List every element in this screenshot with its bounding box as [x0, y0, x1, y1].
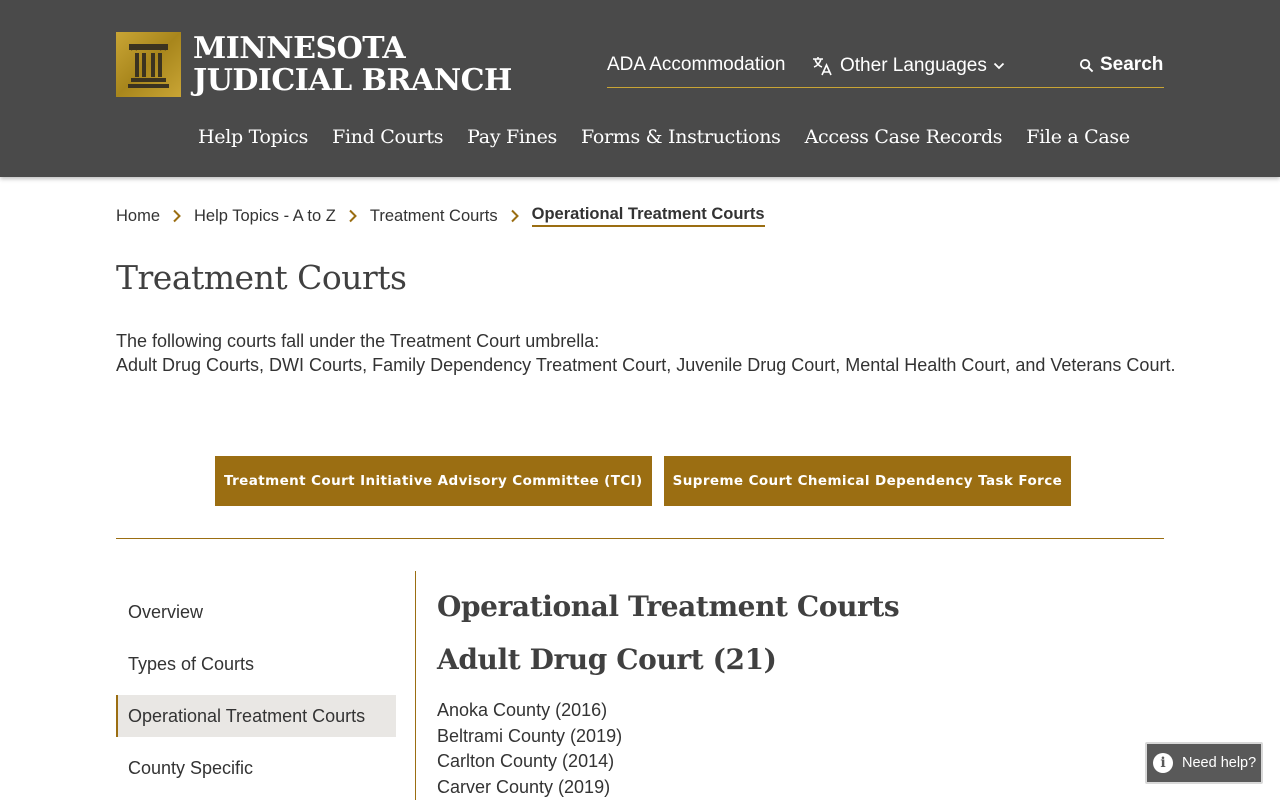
sidebar-item-overview[interactable]: Overview: [116, 591, 396, 633]
breadcrumb: Home Help Topics - A to Z Treatment Cour…: [116, 205, 765, 227]
logo-line-2: JUDICIAL BRANCH: [193, 62, 512, 98]
search-label: Search: [1100, 54, 1164, 75]
main-content: Operational Treatment Courts Adult Drug …: [437, 590, 900, 800]
need-help-button[interactable]: i Need help?: [1145, 742, 1263, 784]
nav-file-a-case[interactable]: File a Case: [1026, 126, 1130, 148]
chevron-right-icon: [349, 209, 357, 223]
button-row: Treatment Court Initiative Advisory Comm…: [215, 456, 1083, 506]
info-icon: i: [1153, 753, 1173, 773]
sidebar-nav: Overview Types of Courts Operational Tre…: [116, 591, 396, 799]
sidebar-item-operational-treatment-courts[interactable]: Operational Treatment Courts: [116, 695, 396, 737]
sidebar-item-types-of-courts[interactable]: Types of Courts: [116, 643, 396, 685]
breadcrumb-help-topics[interactable]: Help Topics - A to Z: [194, 207, 336, 226]
tci-committee-button[interactable]: Treatment Court Initiative Advisory Comm…: [215, 456, 652, 506]
chevron-right-icon: [173, 209, 181, 223]
nav-pay-fines[interactable]: Pay Fines: [467, 126, 557, 148]
nav-find-courts[interactable]: Find Courts: [332, 126, 443, 148]
other-languages-label: Other Languages: [840, 55, 987, 76]
nav-forms-instructions[interactable]: Forms & Instructions: [581, 126, 781, 148]
intro-text: The following courts fall under the Trea…: [116, 329, 1176, 377]
main-nav: Help Topics Find Courts Pay Fines Forms …: [198, 126, 1154, 148]
page-title: Treatment Courts: [116, 258, 407, 297]
sidebar-item-county-specific[interactable]: County Specific: [116, 747, 396, 789]
site-header: MINNESOTA JUDICIAL BRANCH ADA Accommodat…: [0, 0, 1280, 177]
list-item: Anoka County (2016): [437, 700, 608, 720]
breadcrumb-treatment-courts[interactable]: Treatment Courts: [370, 207, 498, 226]
chevron-down-icon: [993, 62, 1004, 70]
list-item: Beltrami County (2019): [437, 725, 623, 746]
search-button[interactable]: Search: [1079, 54, 1163, 76]
county-list: Anoka County (2016) Beltrami County (201…: [437, 698, 899, 800]
breadcrumb-home[interactable]: Home: [116, 207, 160, 226]
utility-nav: ADA Accommodation Other Languages Search: [607, 50, 1164, 88]
logo-line-1: MINNESOTA: [193, 30, 406, 66]
logo-wordmark: MINNESOTA JUDICIAL BRANCH: [193, 30, 512, 98]
intro-line-2: Adult Drug Courts, DWI Courts, Family De…: [116, 355, 1176, 375]
chemical-dependency-task-force-button[interactable]: Supreme Court Chemical Dependency Task F…: [663, 456, 1072, 506]
content-subheading: Adult Drug Court (21): [437, 643, 777, 676]
search-icon: [1079, 58, 1094, 72]
section-divider: [116, 538, 1164, 539]
nav-help-topics[interactable]: Help Topics: [198, 126, 308, 148]
need-help-label: Need help?: [1182, 755, 1257, 771]
sidebar-divider: [415, 571, 416, 800]
breadcrumb-current: Operational Treatment Courts: [531, 205, 765, 227]
courthouse-column-icon: [116, 32, 181, 97]
chevron-right-icon: [510, 209, 519, 223]
site-logo[interactable]: MINNESOTA JUDICIAL BRANCH: [116, 32, 512, 97]
content-heading: Operational Treatment Courts: [437, 590, 900, 623]
list-item: Carver County (2019): [437, 776, 611, 797]
other-languages-dropdown[interactable]: Other Languages: [810, 54, 1005, 78]
ada-accommodation-link[interactable]: ADA Accommodation: [607, 54, 785, 76]
list-item: Carlton County (2014): [437, 751, 615, 771]
intro-line-1: The following courts fall under the Trea…: [116, 331, 600, 351]
translate-icon: [813, 57, 832, 76]
nav-access-case-records[interactable]: Access Case Records: [805, 126, 1003, 148]
